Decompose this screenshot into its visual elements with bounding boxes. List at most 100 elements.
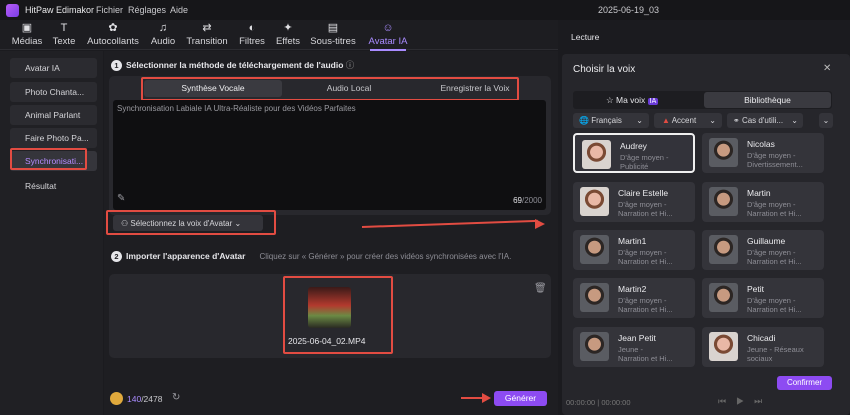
- sidebar-item-resultat[interactable]: Résultat: [10, 176, 97, 196]
- tab-my-voice[interactable]: ☆ Ma voix IA: [606, 95, 659, 106]
- info-icon[interactable]: ⓘ: [346, 60, 355, 70]
- use-case-icon: ⚭: [733, 116, 742, 125]
- voice-avatar: [709, 332, 738, 361]
- voice-name: Guillaume: [747, 236, 786, 246]
- voice-card[interactable]: Martin2 D'âge moyen - Narration et Hi...: [573, 278, 695, 318]
- voice-avatar: [582, 140, 611, 169]
- voice-desc-line2: Divertissement...: [747, 160, 803, 169]
- voice-desc-line1: Jeune - Réseaux: [747, 345, 804, 354]
- voice-card[interactable]: Martin D'âge moyen - Narration et Hi...: [702, 182, 824, 222]
- star-icon: ☆: [606, 95, 616, 105]
- player-controls: ⏮▶⏭: [718, 396, 772, 407]
- menu-settings[interactable]: Réglages: [128, 5, 166, 15]
- voice-card[interactable]: Martin1 D'âge moyen - Narration et Hi...: [573, 230, 695, 270]
- sidebar-item-animal-parlant[interactable]: Animal Parlant: [10, 105, 97, 125]
- menu-help[interactable]: Aide: [170, 5, 188, 15]
- voice-avatar: [709, 235, 738, 264]
- video-thumbnail[interactable]: [308, 287, 351, 328]
- trash-icon[interactable]: 🗑: [534, 283, 547, 294]
- close-icon[interactable]: ✕: [823, 63, 831, 74]
- tool-text[interactable]: T Texte: [48, 20, 80, 50]
- highlight-voice-button: [106, 210, 276, 235]
- voice-desc: D'âge moyen - Narration et Hi...: [618, 200, 693, 218]
- voice-card[interactable]: Guillaume D'âge moyen - Narration et Hi...: [702, 230, 824, 270]
- voice-card[interactable]: Chicadi Jeune - Réseaux sociaux: [702, 327, 824, 367]
- filter-use-case[interactable]: ⚭ Cas d'utili... ⌄: [727, 113, 803, 128]
- globe-icon: 🌐: [579, 116, 592, 125]
- menu-file[interactable]: Fichier: [96, 5, 123, 15]
- sidebar-item-faire-photo[interactable]: Faire Photo Pa...: [10, 128, 97, 148]
- voice-dialog: Choisir la voix ✕ ☆ Ma voix IA Bibliothè…: [562, 54, 850, 415]
- prev-icon[interactable]: ⏮: [718, 396, 736, 406]
- tool-subtitles[interactable]: ▤ Sous-titres: [308, 20, 358, 50]
- voice-desc-line1: D'âge moyen -: [618, 200, 667, 209]
- voice-avatar: [580, 187, 609, 216]
- voice-desc-line1: D'âge moyen -: [747, 151, 796, 160]
- effects-icon: ✦: [283, 22, 293, 34]
- voice-desc: Jeune - Réseaux sociaux: [747, 345, 822, 363]
- tool-media[interactable]: ▣ Médias: [8, 20, 46, 50]
- confirm-button[interactable]: Confirmer: [777, 376, 832, 390]
- voice-card[interactable]: Audrey D'âge moyen - Publicité: [573, 133, 695, 173]
- voice-desc: D'âge moyen - Narration et Hi...: [747, 296, 822, 314]
- chevron-down-icon: ⌄: [636, 116, 643, 125]
- media-icon: ▣: [21, 22, 33, 34]
- tool-effects[interactable]: ✦ Effets: [272, 20, 304, 50]
- text-input[interactable]: Synchronisation Labiale IA Ultra-Réalist…: [113, 100, 546, 210]
- tool-stickers[interactable]: ✿ Autocollants: [84, 20, 142, 50]
- transition-icon: ⇄: [202, 22, 212, 34]
- refresh-icon[interactable]: ↻: [172, 392, 180, 403]
- voice-card[interactable]: Petit D'âge moyen - Narration et Hi...: [702, 278, 824, 318]
- filter-language[interactable]: 🌐 Français ⌄: [573, 113, 649, 128]
- voice-name: Martin1: [618, 236, 647, 246]
- subtitles-icon: ▤: [327, 22, 339, 34]
- filter-accent[interactable]: ▲ Accent ⌄: [654, 113, 722, 128]
- tab-library[interactable]: Bibliothèque: [704, 92, 831, 108]
- project-title: 2025-06-19_03: [598, 5, 660, 15]
- voice-card[interactable]: Jean Petit Jeune - Narration et Hi...: [573, 327, 695, 367]
- voice-name: Martin: [747, 188, 771, 198]
- voice-avatar: [709, 283, 738, 312]
- voice-desc-line1: D'âge moyen -: [618, 248, 667, 257]
- generate-button[interactable]: Générer: [494, 391, 547, 406]
- voice-desc-line2: Publicité: [620, 162, 649, 171]
- voice-desc-line1: Jeune -: [618, 345, 644, 354]
- voice-card[interactable]: Claire Estelle D'âge moyen - Narration et …: [573, 182, 695, 222]
- tool-avatar-ia[interactable]: ☺ Avatar IA: [362, 20, 414, 51]
- tool-audio[interactable]: ♫ Audio: [146, 20, 180, 50]
- sidebar-item-photo-chantante[interactable]: Photo Chanta...: [10, 82, 97, 102]
- voice-avatar: [709, 138, 738, 167]
- voice-desc-line2: Narration et Hi...: [747, 257, 802, 266]
- avatar-icon: ☺: [382, 22, 394, 34]
- highlight-sidebar: [10, 148, 87, 170]
- voice-desc: D'âge moyen - Narration et Hi...: [747, 248, 822, 266]
- highlight-tabs: [141, 77, 519, 101]
- voice-desc: D'âge moyen - Publicité: [620, 153, 695, 171]
- voice-name: Audrey: [620, 141, 647, 151]
- timecode: 00:00:00 | 00:00:00: [566, 398, 631, 407]
- magic-pen-icon[interactable]: ✎: [117, 193, 125, 204]
- voice-desc: D'âge moyen - Narration et Hi...: [618, 248, 693, 266]
- voice-name: Chicadi: [747, 333, 776, 343]
- text-icon: T: [60, 22, 68, 34]
- tool-transition[interactable]: ⇄ Transition: [184, 20, 230, 50]
- main-toolbar: ▣ Médias T Texte ✿ Autocollants ♫ Audio ⇄ Tra…: [0, 20, 558, 51]
- voice-card[interactable]: Nicolas D'âge moyen - Divertissement...: [702, 133, 824, 173]
- voice-name: Nicolas: [747, 139, 775, 149]
- sidebar-item-avatar-ia[interactable]: Avatar IA: [10, 58, 97, 78]
- voice-desc: D'âge moyen - Narration et Hi...: [747, 200, 822, 218]
- audio-icon: ♫: [158, 22, 168, 34]
- preview-title: Lecture: [571, 32, 600, 42]
- arrow-head-icon: [482, 393, 491, 403]
- voice-desc: D'âge moyen - Narration et Hi...: [618, 296, 693, 314]
- dialog-title: Choisir la voix: [573, 64, 636, 75]
- tool-filters[interactable]: ◐ Filtres: [234, 20, 270, 50]
- voice-name: Jean Petit: [618, 333, 656, 343]
- arrow-head-icon: [535, 219, 545, 229]
- voice-desc-line2: Narration et Hi...: [618, 257, 673, 266]
- app-logo: [6, 4, 19, 17]
- next-icon[interactable]: ⏭: [754, 396, 772, 406]
- filter-expand-button[interactable]: ⌄: [819, 113, 833, 128]
- play-icon[interactable]: ▶: [736, 396, 754, 406]
- voice-desc-line1: D'âge moyen -: [620, 153, 669, 162]
